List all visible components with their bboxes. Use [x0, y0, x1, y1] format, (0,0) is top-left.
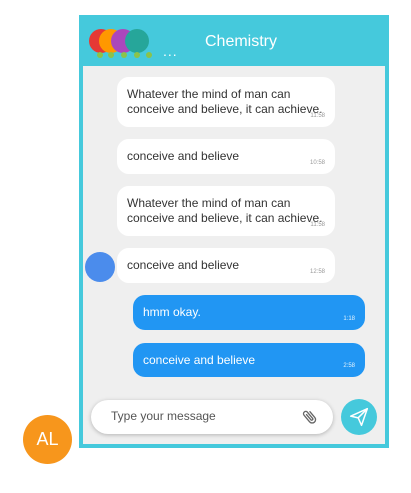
chat-header: ... Chemistry [83, 19, 385, 66]
online-dot [108, 52, 114, 58]
message-text: hmm okay. [143, 305, 201, 319]
sender-avatar[interactable] [85, 252, 115, 282]
message-bubble-incoming: Whatever the mind of man can conceive an… [117, 186, 335, 236]
message-bubble-outgoing: conceive and believe 2:58 [133, 343, 365, 377]
message-time: 11:58 [310, 113, 325, 119]
message-text: conceive and believe [127, 149, 240, 163]
message-bubble-incoming: conceive and believe 12:58 [117, 248, 335, 283]
participant-avatars[interactable]: ... [89, 29, 177, 59]
user-avatar[interactable]: AL [23, 415, 72, 464]
message-time: 2:58 [343, 363, 355, 369]
message-time: 11:58 [310, 222, 325, 228]
more-participants-indicator[interactable]: ... [163, 43, 178, 59]
message-bubble-incoming: conceive and believe 10:58 [117, 139, 335, 174]
message-text: conceive and believe [127, 258, 240, 272]
participant-avatar[interactable] [125, 29, 149, 53]
send-button[interactable] [341, 399, 377, 435]
online-dot [134, 52, 140, 58]
message-text: Whatever the mind of man can conceive an… [127, 196, 323, 225]
message-bubble-incoming: Whatever the mind of man can conceive an… [117, 77, 335, 127]
chat-window: ... Chemistry Whatever the mind of man c… [79, 15, 389, 448]
message-time: 1:18 [343, 316, 355, 322]
message-input[interactable] [109, 408, 293, 424]
online-dot [97, 52, 103, 58]
chat-title: Chemistry [205, 33, 278, 50]
paperclip-icon[interactable] [301, 408, 319, 426]
message-list[interactable]: Whatever the mind of man can conceive an… [83, 66, 385, 377]
message-composer [91, 400, 333, 434]
online-dot [146, 52, 152, 58]
message-text: Whatever the mind of man can conceive an… [127, 87, 323, 116]
message-time: 10:58 [309, 160, 325, 166]
send-icon [349, 407, 369, 427]
online-dot [121, 52, 127, 58]
message-text: conceive and believe [143, 353, 256, 367]
message-time: 12:58 [309, 269, 325, 275]
message-bubble-outgoing: hmm okay. 1:18 [133, 295, 365, 330]
